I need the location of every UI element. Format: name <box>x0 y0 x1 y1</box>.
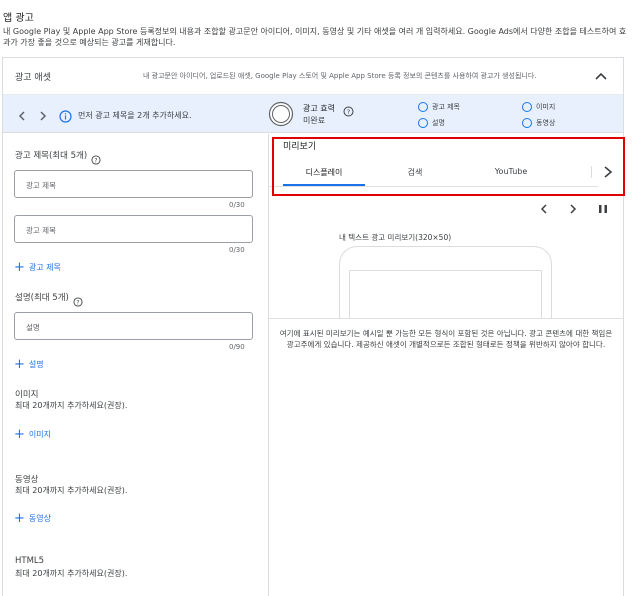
videos-hint: 최대 20개까지 추가하세요(권장). <box>15 486 128 495</box>
ad-assets-card-title: 광고 애셋 <box>15 73 51 83</box>
page-title: 앱 광고 <box>3 13 34 24</box>
videos-label: 동영상 <box>15 475 39 485</box>
info-icon <box>59 108 72 123</box>
checklist-label: 광고 제목 <box>432 103 460 111</box>
ad-assets-card-hint: 내 광고문안 아이디어, 업로드된 애셋, Google Play 스토어 및 … <box>143 72 537 80</box>
checklist-label: 설명 <box>432 119 445 127</box>
add-headline-button[interactable]: + 광고 제목 <box>14 259 61 275</box>
html5-label: HTML5 <box>15 556 45 566</box>
add-video-label: 동영상 <box>28 514 51 523</box>
add-description-button[interactable]: + 설명 <box>14 356 44 372</box>
checklist-label: 이미지 <box>536 103 556 111</box>
ad-strength-value: 미완료 <box>303 116 326 125</box>
headline-input-2[interactable]: 광고 제목 <box>14 215 253 243</box>
preview-divider <box>269 318 623 319</box>
plus-icon: + <box>14 259 25 275</box>
highlight-box <box>272 137 625 196</box>
checklist-label: 동영상 <box>536 119 556 127</box>
phone-screen <box>349 270 542 318</box>
images-hint: 최대 20개까지 추가하세요(권장). <box>15 401 128 410</box>
chevron-right-icon[interactable] <box>36 108 50 122</box>
ad-strength-message: 먼저 광고 제목을 2개 추가하세요. <box>78 111 192 120</box>
help-circle-icon[interactable]: ? <box>343 102 354 117</box>
checklist-item-headline: 광고 제목 <box>418 102 460 112</box>
description-placeholder: 설명 <box>26 323 40 332</box>
chevron-right-icon[interactable] <box>567 200 579 219</box>
svg-text:?: ? <box>95 158 98 164</box>
preview-caption: 내 텍스트 광고 미리보기(320×50) <box>339 233 452 242</box>
html5-hint: 최대 20개까지 추가하세요(권장). <box>15 569 128 578</box>
svg-text:?: ? <box>347 108 350 116</box>
add-headline-label: 광고 제목 <box>28 263 61 272</box>
add-image-button[interactable]: + 이미지 <box>14 426 51 442</box>
page-description: 내 Google Play 및 Apple App Store 등록정보의 내용… <box>3 27 627 47</box>
help-circle-icon[interactable]: ? <box>73 292 83 307</box>
images-label: 이미지 <box>15 390 39 400</box>
help-circle-icon[interactable]: ? <box>91 150 101 165</box>
add-image-label: 이미지 <box>28 430 51 439</box>
circle-icon <box>418 102 428 112</box>
plus-icon: + <box>14 356 25 372</box>
headline-placeholder: 광고 제목 <box>26 181 56 190</box>
headline-input-1[interactable]: 광고 제목 <box>14 170 253 198</box>
preview-disclaimer: 여기에 표시된 미리보기는 예시일 뿐 가능한 모든 형식이 포함된 것은 아닙… <box>279 329 613 349</box>
ad-strength-ring <box>268 101 294 127</box>
plus-icon: + <box>14 426 25 442</box>
description-counter: 0/90 <box>229 343 245 351</box>
chevron-left-icon[interactable] <box>538 200 550 219</box>
headline-counter-1: 0/30 <box>229 201 245 209</box>
description-input[interactable]: 설명 <box>14 312 253 340</box>
descriptions-label: 설명(최대 5개) <box>15 293 69 303</box>
svg-text:?: ? <box>76 300 79 306</box>
circle-icon <box>418 118 428 128</box>
headline-placeholder: 광고 제목 <box>26 226 56 235</box>
pause-icon[interactable] <box>597 200 609 219</box>
ad-strength-label: 광고 효력 <box>303 104 335 113</box>
checklist-item-description: 설명 <box>418 118 445 128</box>
add-description-label: 설명 <box>28 360 44 369</box>
chevron-up-icon[interactable] <box>591 66 611 86</box>
circle-icon <box>522 118 532 128</box>
plus-icon: + <box>14 510 25 526</box>
add-video-button[interactable]: + 동영상 <box>14 510 51 526</box>
headlines-header: 광고 제목(최대 5개) ? <box>15 149 101 165</box>
headline-counter-2: 0/30 <box>229 246 245 254</box>
circle-icon <box>522 102 532 112</box>
checklist-item-image: 이미지 <box>522 102 555 112</box>
descriptions-header: 설명(최대 5개) ? <box>15 291 83 307</box>
checklist-item-video: 동영상 <box>522 118 555 128</box>
chevron-left-icon[interactable] <box>15 108 29 122</box>
headlines-label: 광고 제목(최대 5개) <box>15 151 88 161</box>
